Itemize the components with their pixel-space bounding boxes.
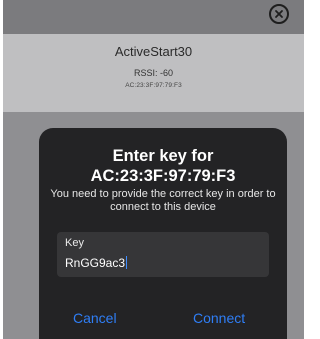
device-rssi: RSSI: -60 [133, 68, 173, 78]
device-name: ActiveStart30 [114, 44, 193, 59]
key-field-label: Key [65, 237, 84, 249]
top-bar [3, 0, 304, 34]
key-field-value: RnGG9ac3 [65, 256, 126, 270]
dialog-message: You need to provide the correct key in o… [50, 188, 276, 213]
key-field-value-row[interactable]: RnGG9ac3 [65, 256, 128, 270]
app-frame: ActiveStart30 RSSI: -60 AC:23:3F:97:79:F… [3, 0, 304, 339]
dialog-title: Enter key for AC:23:3F:97:79:F3 [90, 147, 236, 185]
key-input[interactable]: Key RnGG9ac3 [57, 232, 269, 277]
text-caret [126, 256, 128, 269]
enter-key-dialog: Enter key for AC:23:3F:97:79:F3 You need… [39, 128, 287, 339]
close-icon [274, 9, 284, 19]
close-button[interactable] [269, 4, 289, 24]
connect-button[interactable]: Connect [193, 310, 245, 326]
device-card[interactable]: ActiveStart30 RSSI: -60 AC:23:3F:97:79:F… [3, 34, 304, 112]
cancel-button[interactable]: Cancel [73, 310, 117, 326]
device-mac: AC:23:3F:97:79:F3 [125, 82, 182, 89]
